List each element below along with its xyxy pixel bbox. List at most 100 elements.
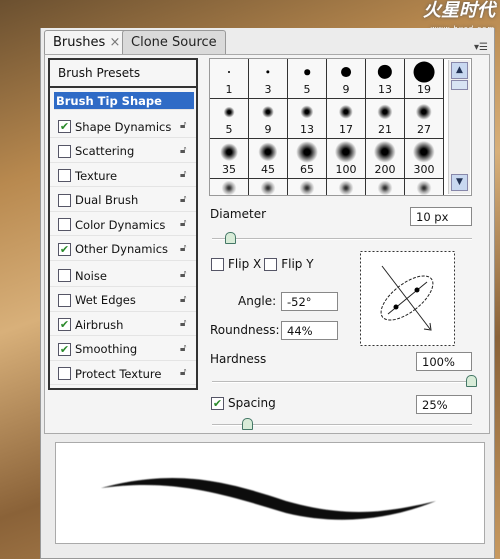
brush-preset-scatter[interactable] — [366, 179, 405, 195]
brush-presets-item[interactable]: Brush Presets — [50, 60, 196, 88]
angle-label: Angle: — [238, 294, 277, 308]
hardness-input[interactable]: 100% — [416, 352, 472, 371]
hardness-slider[interactable] — [212, 381, 472, 383]
diameter-slider[interactable] — [212, 238, 472, 240]
lock-icon[interactable]: 🔓︎ — [180, 243, 190, 255]
flip-y-checkbox[interactable] — [264, 257, 278, 271]
list-item-airbrush[interactable]: ✔ Airbrush 🔓︎ — [50, 314, 196, 336]
diameter-input[interactable]: 10 px — [410, 207, 472, 226]
brush-preset-3[interactable]: 3 — [249, 59, 288, 99]
list-item-dual-brush[interactable]: Dual Brush 🔓︎ — [50, 190, 196, 212]
brush-preset-17[interactable]: 17 — [327, 99, 366, 139]
checkbox[interactable]: ✔ — [58, 342, 71, 356]
checkbox[interactable] — [58, 293, 71, 307]
list-item-shape-dynamics[interactable]: ✔ Shape Dynamics 🔓︎ — [50, 116, 196, 138]
item-label: Color Dynamics — [75, 217, 166, 232]
hardness-slider-thumb[interactable] — [466, 375, 477, 387]
checkbox[interactable] — [58, 367, 71, 380]
list-item-color-dynamics[interactable]: Color Dynamics 🔓︎ — [50, 214, 196, 236]
scroll-thumb[interactable] — [451, 80, 468, 90]
close-icon[interactable]: × — [109, 35, 120, 50]
lock-icon[interactable]: 🔓︎ — [180, 367, 190, 379]
tab-clone-source[interactable]: Clone Source — [122, 30, 226, 54]
brush-size: 5 — [225, 123, 233, 136]
checkbox[interactable] — [58, 169, 71, 182]
brush-tip-icon — [223, 106, 235, 118]
list-item-wet-edges[interactable]: Wet Edges 🔓︎ — [50, 290, 196, 312]
brush-preset-scatter[interactable] — [327, 179, 366, 195]
brush-size: 200 — [374, 163, 396, 176]
list-item-scattering[interactable]: Scattering 🔓︎ — [50, 141, 196, 163]
list-item-texture[interactable]: Texture 🔓︎ — [50, 165, 196, 187]
grid-scrollbar[interactable]: ▲ ▼ — [448, 60, 470, 194]
brush-preset-27[interactable]: 27 — [405, 99, 444, 139]
scroll-up-icon[interactable]: ▲ — [451, 62, 468, 79]
brush-preset-scatter[interactable] — [249, 179, 288, 195]
list-item-smoothing[interactable]: ✔ Smoothing 🔓︎ — [50, 339, 196, 361]
item-label: Airbrush — [75, 317, 124, 332]
flip-controls: Flip X Flip Y — [211, 257, 314, 271]
checkbox[interactable]: ✔ — [58, 120, 71, 133]
brush-preset-19[interactable]: 19 — [405, 59, 444, 99]
brush-tip-icon — [334, 140, 358, 164]
brush-preset-21[interactable]: 21 — [366, 99, 405, 139]
list-item-protect-texture[interactable]: Protect Texture 🔓︎ — [50, 363, 196, 385]
brush-preset-13[interactable]: 13 — [288, 99, 327, 139]
spacing-label: Spacing — [228, 396, 276, 410]
scroll-down-icon[interactable]: ▼ — [451, 174, 468, 191]
item-label: Smoothing — [75, 342, 138, 356]
lock-icon[interactable]: 🔓︎ — [180, 269, 190, 281]
angle-roundness-preview[interactable] — [360, 251, 455, 346]
brush-preset-scatter[interactable] — [288, 179, 327, 195]
tab-brushes[interactable]: Brushes × — [44, 30, 130, 54]
brush-tip-shape-item[interactable]: Brush Tip Shape — [54, 92, 194, 110]
brush-tip-icon — [415, 103, 433, 121]
lock-icon[interactable]: 🔓︎ — [180, 343, 190, 355]
brush-preset-scatter[interactable] — [405, 179, 444, 195]
brush-preset-35[interactable]: 35 — [210, 139, 249, 179]
lock-icon[interactable]: 🔓︎ — [180, 318, 190, 330]
spacing-input[interactable]: 25% — [416, 395, 472, 414]
lock-icon[interactable]: 🔓︎ — [180, 120, 190, 132]
brush-preset-300[interactable]: 300 — [405, 139, 444, 179]
brush-tip-icon — [377, 64, 393, 80]
brush-tip-icon — [258, 142, 278, 162]
brush-size: 5 — [303, 83, 311, 96]
brush-preset-5[interactable]: 5 — [288, 59, 327, 99]
flip-x-checkbox[interactable] — [211, 257, 224, 271]
checkbox[interactable]: ✔ — [58, 242, 71, 256]
lock-icon[interactable]: 🔓︎ — [180, 169, 190, 181]
brush-tip-icon — [304, 69, 310, 75]
checkbox[interactable]: ✔ — [58, 318, 71, 331]
panel-menu-icon[interactable]: ▾☰ — [474, 42, 488, 53]
list-item-noise[interactable]: Noise 🔓︎ — [50, 265, 196, 287]
brush-preset-200[interactable]: 200 — [366, 139, 405, 179]
checkbox[interactable] — [58, 269, 71, 282]
brush-preset-45[interactable]: 45 — [249, 139, 288, 179]
checkbox[interactable] — [58, 144, 71, 158]
diameter-slider-thumb[interactable] — [224, 232, 236, 244]
scatter-brush-icon — [416, 181, 432, 195]
brush-preset-9[interactable]: 9 — [327, 59, 366, 99]
checkbox[interactable] — [58, 218, 71, 231]
brush-preset-13[interactable]: 13 — [366, 59, 405, 99]
checkbox[interactable] — [58, 193, 71, 207]
brush-preset-65[interactable]: 65 — [288, 139, 327, 179]
list-item-other-dynamics[interactable]: ✔ Other Dynamics 🔓︎ — [50, 239, 196, 261]
brush-tip-icon — [266, 70, 270, 74]
spacing-slider-thumb[interactable] — [242, 418, 254, 430]
lock-icon[interactable]: 🔓︎ — [180, 145, 190, 157]
lock-icon[interactable]: 🔓︎ — [180, 194, 190, 206]
brush-preset-9[interactable]: 9 — [249, 99, 288, 139]
lock-icon[interactable]: 🔓︎ — [180, 294, 190, 306]
brush-preset-1[interactable]: 1 — [210, 59, 249, 99]
brush-size: 100 — [335, 163, 357, 176]
spacing-checkbox[interactable]: ✔ — [211, 396, 224, 410]
hardness-label: Hardness — [210, 352, 267, 366]
brush-preset-scatter[interactable] — [210, 179, 249, 195]
brush-preset-100[interactable]: 100 — [327, 139, 366, 179]
roundness-input[interactable]: 44% — [281, 321, 338, 340]
lock-icon[interactable]: 🔓︎ — [180, 218, 190, 230]
angle-input[interactable]: -52° — [281, 292, 338, 311]
brush-preset-5[interactable]: 5 — [210, 99, 249, 139]
